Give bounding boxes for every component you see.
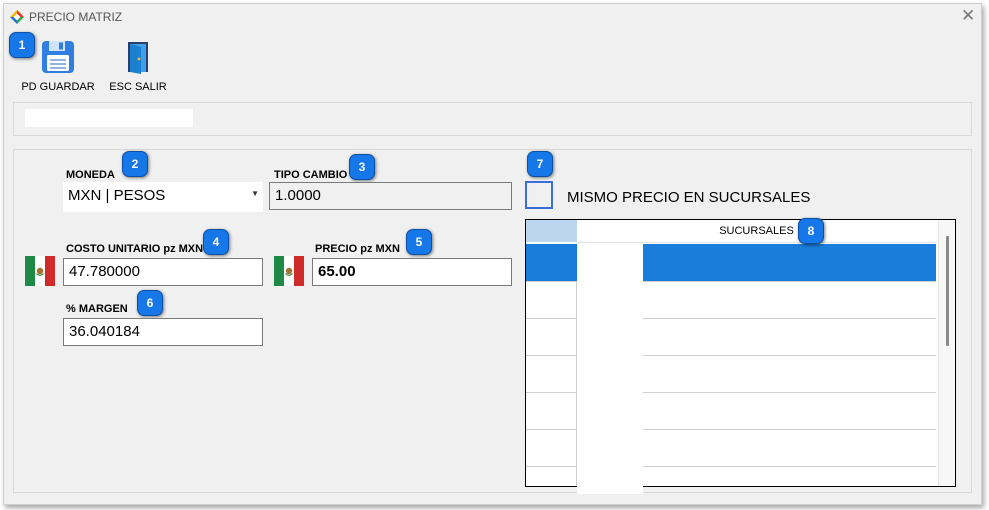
badge-6: 6 <box>137 290 163 316</box>
moneda-select-value: MXN | PESOS <box>68 187 166 204</box>
exit-button[interactable]: ESC SALIR <box>108 40 168 93</box>
mexico-flag-icon <box>274 256 304 286</box>
vertical-scrollbar[interactable] <box>938 220 955 486</box>
margen-input[interactable]: 36.040184 <box>63 318 263 346</box>
badge-1: 1 <box>9 32 35 58</box>
precio-input[interactable]: 65.00 <box>312 258 512 286</box>
badge-2: 2 <box>122 151 148 177</box>
info-panel <box>13 102 972 136</box>
floppy-disk-icon <box>42 41 74 73</box>
exit-button-label: ESC SALIR <box>109 81 167 93</box>
info-field <box>25 109 193 127</box>
grid-corner-header <box>526 220 577 242</box>
moneda-label: MONEDA <box>66 169 115 181</box>
row-header[interactable] <box>526 244 577 281</box>
row-header[interactable] <box>526 392 577 429</box>
precio-matriz-window: PRECIO MATRIZ ✕ PD GUARDAR ESC SALIR 1 M… <box>3 3 982 505</box>
row-header[interactable] <box>526 355 577 392</box>
tipo-cambio-field[interactable]: 1.0000 <box>269 182 512 210</box>
row-header[interactable] <box>526 429 577 466</box>
close-icon[interactable]: ✕ <box>961 7 975 25</box>
badge-5: 5 <box>406 229 432 255</box>
badge-7: 7 <box>527 151 553 177</box>
mismo-precio-label[interactable]: MISMO PRECIO EN SUCURSALES <box>567 189 810 206</box>
badge-8: 8 <box>798 218 824 244</box>
row-header[interactable] <box>526 281 577 318</box>
row-header[interactable] <box>526 466 577 486</box>
door-exit-icon <box>128 42 148 74</box>
moneda-select[interactable]: MXN | PESOS ▼ <box>63 182 263 212</box>
row-header[interactable] <box>526 318 577 355</box>
save-button-label: PD GUARDAR <box>21 81 95 93</box>
badge-3: 3 <box>349 154 375 180</box>
badge-4: 4 <box>203 229 229 255</box>
margen-label: % MARGEN <box>66 303 128 315</box>
sucursales-column-header[interactable]: SUCURSALES <box>577 220 936 243</box>
chevron-down-icon[interactable]: ▼ <box>251 189 259 198</box>
scrollbar-thumb[interactable] <box>946 236 949 346</box>
redacted-area <box>577 244 643 494</box>
costo-unitario-input[interactable]: 47.780000 <box>63 258 263 286</box>
costo-unitario-label: COSTO UNITARIO pz MXN <box>66 243 204 255</box>
title-bar: PRECIO MATRIZ ✕ <box>4 4 981 30</box>
window-title: PRECIO MATRIZ <box>29 10 123 24</box>
tipo-cambio-label: TIPO CAMBIO <box>274 169 348 181</box>
mismo-precio-checkbox[interactable] <box>525 181 553 209</box>
precio-label: PRECIO pz MXN <box>315 243 400 255</box>
app-logo-icon <box>10 10 24 24</box>
mexico-flag-icon <box>25 256 55 286</box>
